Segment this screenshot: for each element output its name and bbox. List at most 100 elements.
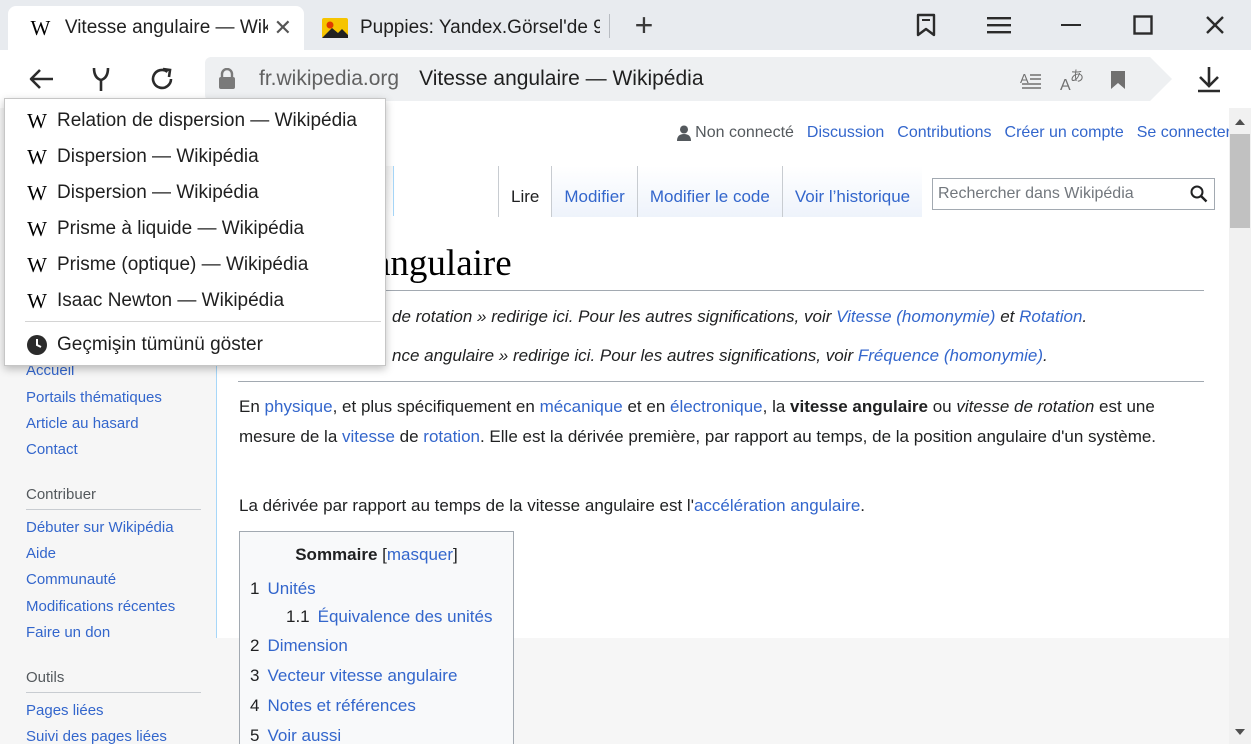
toc-link[interactable]: Notes et références bbox=[267, 696, 415, 715]
tab-vitesse-angulaire[interactable]: W Vitesse angulaire — Wiki ✕ bbox=[8, 6, 304, 50]
history-item-label: Dispersion — Wikipédia bbox=[57, 182, 259, 203]
wikipedia-favicon-icon: W bbox=[27, 288, 47, 313]
login-link[interactable]: Se connecter bbox=[1137, 124, 1231, 142]
bookmark-icon[interactable] bbox=[1105, 67, 1131, 93]
physique-link[interactable]: physique bbox=[265, 397, 333, 416]
contributions-link[interactable]: Contributions bbox=[897, 124, 991, 142]
toc-link[interactable]: Vecteur vitesse angulaire bbox=[267, 666, 457, 685]
toc-link[interactable]: Unités bbox=[267, 579, 315, 598]
history-item[interactable]: W Dispersion — Wikipédia bbox=[5, 139, 385, 175]
history-item[interactable]: W Prisme (optique) — Wikipédia bbox=[5, 247, 385, 283]
lock-icon[interactable] bbox=[205, 68, 249, 90]
history-item[interactable]: W Isaac Newton — Wikipédia bbox=[5, 283, 385, 319]
sidebar-item-contact[interactable]: Contact bbox=[26, 441, 78, 458]
sidebar-item-hasard[interactable]: Article au hasard bbox=[26, 415, 139, 432]
vitesse-link[interactable]: vitesse bbox=[342, 427, 395, 446]
history-item[interactable]: W Dispersion — Wikipédia bbox=[5, 175, 385, 211]
minimize-button[interactable] bbox=[1043, 0, 1099, 50]
bookmark-tabs-icon bbox=[916, 13, 936, 37]
wikipedia-favicon-icon: W bbox=[27, 252, 47, 277]
hatnote-1: de rotation » redirige ici. Pour les aut… bbox=[392, 307, 1087, 327]
sidebar-divider bbox=[26, 509, 201, 510]
wikipedia-favicon-icon: W bbox=[27, 144, 47, 169]
toc-item[interactable]: 1.1 Équivalence des unités bbox=[286, 607, 492, 627]
rotation-link[interactable]: rotation bbox=[423, 427, 480, 446]
scroll-up-icon[interactable] bbox=[1229, 112, 1251, 132]
tab-read[interactable]: Lire bbox=[498, 166, 552, 217]
text: ou bbox=[928, 397, 957, 416]
show-all-history-button[interactable]: Geçmişin tümünü göster bbox=[5, 327, 385, 363]
svg-text:あ: あ bbox=[1070, 69, 1084, 85]
toc-link[interactable]: Voir aussi bbox=[267, 726, 341, 744]
new-tab-button[interactable]: + bbox=[616, 0, 672, 50]
toc-item[interactable]: 3 Vecteur vitesse angulaire bbox=[250, 666, 457, 686]
tab-edit-code[interactable]: Modifier le code bbox=[636, 166, 782, 217]
text: , la bbox=[762, 397, 791, 416]
toc-title: Sommaire bbox=[295, 545, 378, 564]
reader-mode-icon[interactable]: A bbox=[1018, 67, 1044, 93]
discussion-link[interactable]: Discussion bbox=[807, 124, 884, 142]
hatnote-2: nce angulaire » redirige ici. Pour les a… bbox=[392, 346, 1048, 366]
mecanique-link[interactable]: mécanique bbox=[540, 397, 623, 416]
menu-button[interactable] bbox=[971, 0, 1027, 50]
tab-history[interactable]: Voir l’historique bbox=[781, 166, 923, 217]
toc-bracket: ] bbox=[453, 545, 458, 564]
toc-link[interactable]: Dimension bbox=[267, 636, 347, 655]
not-logged-label: Non connecté bbox=[695, 124, 794, 141]
address-bar[interactable]: fr.wikipedia.org Vitesse angulaire — Wik… bbox=[205, 57, 1172, 101]
sidebar-item-portails[interactable]: Portails thématiques bbox=[26, 389, 162, 406]
search-icon[interactable] bbox=[1190, 185, 1208, 208]
history-item[interactable]: W Prisme à liquide — Wikipédia bbox=[5, 211, 385, 247]
tab-puppies[interactable]: Puppies: Yandex.Görsel'de 9 bbox=[310, 6, 610, 50]
maximize-button[interactable] bbox=[1115, 0, 1171, 50]
scroll-down-icon[interactable] bbox=[1229, 722, 1251, 742]
toc-item[interactable]: 4 Notes et références bbox=[250, 696, 416, 716]
sidebar-item-debuter[interactable]: Débuter sur Wikipédia bbox=[26, 519, 174, 536]
acceleration-angulaire-link[interactable]: accélération angulaire bbox=[694, 496, 860, 515]
toc-item[interactable]: 5 Voir aussi bbox=[250, 726, 341, 744]
sidebar-item-pages-liees[interactable]: Pages liées bbox=[26, 702, 104, 719]
sidebar-item-aide[interactable]: Aide bbox=[26, 545, 56, 562]
wiki-search-input[interactable]: Rechercher dans Wikipédia bbox=[932, 178, 1215, 210]
reload-icon bbox=[151, 67, 173, 90]
frequence-homonymie-link[interactable]: Fréquence (homonymie) bbox=[858, 346, 1043, 365]
rotation-link[interactable]: Rotation bbox=[1019, 307, 1082, 326]
close-tab-icon[interactable]: ✕ bbox=[274, 17, 292, 39]
search-placeholder: Rechercher dans Wikipédia bbox=[938, 185, 1134, 202]
electronique-link[interactable]: électronique bbox=[670, 397, 763, 416]
toc-item[interactable]: 1 Unités bbox=[250, 579, 316, 599]
history-item[interactable]: W Relation de dispersion — Wikipédia bbox=[5, 103, 385, 139]
sidebar-heading-contribuer: Contribuer bbox=[26, 486, 97, 503]
text: et en bbox=[622, 397, 670, 416]
sidebar-item-don[interactable]: Faire un don bbox=[26, 624, 110, 641]
text: La dérivée par rapport au temps de la vi… bbox=[239, 496, 694, 515]
hatnote-text: . bbox=[1043, 346, 1048, 365]
sidebar-item-suivi[interactable]: Suivi des pages liées bbox=[26, 728, 167, 744]
second-paragraph: La dérivée par rapport au temps de la vi… bbox=[239, 493, 865, 519]
user-icon bbox=[677, 125, 692, 141]
table-of-contents: Sommaire [masquer] 1 Unités 1.1 Équivalenc… bbox=[239, 531, 514, 744]
toc-link[interactable]: Équivalence des unités bbox=[318, 607, 493, 626]
scrollbar-thumb[interactable] bbox=[1230, 134, 1250, 228]
toc-number: 5 bbox=[250, 726, 260, 744]
page-tabs: Lire Modifier Modifier le code Voir l’hi… bbox=[498, 166, 923, 217]
hatnote-text: et bbox=[995, 307, 1020, 326]
create-account-link[interactable]: Créer un compte bbox=[1005, 124, 1124, 142]
vitesse-homonymie-link[interactable]: Vitesse (homonymie) bbox=[836, 307, 995, 326]
sidebar-item-modifications[interactable]: Modifications récentes bbox=[26, 598, 175, 615]
text: , et plus spécifiquement en bbox=[332, 397, 540, 416]
show-all-label: Geçmişin tümünü göster bbox=[57, 334, 263, 355]
sidebar-item-communaute[interactable]: Communauté bbox=[26, 571, 116, 588]
bookmarks-tabs-button[interactable] bbox=[898, 0, 954, 50]
translate-icon[interactable]: Aあ bbox=[1060, 67, 1086, 93]
minimize-icon bbox=[1061, 24, 1081, 26]
history-item-label: Isaac Newton — Wikipédia bbox=[57, 290, 285, 311]
tab-edit[interactable]: Modifier bbox=[551, 166, 637, 217]
text: En bbox=[239, 397, 265, 416]
toc-toggle-link[interactable]: masquer bbox=[387, 545, 453, 564]
hatnote-text: . bbox=[1082, 307, 1088, 326]
downloads-button[interactable] bbox=[1184, 50, 1234, 108]
yandex-y-icon bbox=[92, 67, 110, 91]
toc-item[interactable]: 2 Dimension bbox=[250, 636, 348, 656]
close-window-button[interactable] bbox=[1187, 0, 1243, 50]
